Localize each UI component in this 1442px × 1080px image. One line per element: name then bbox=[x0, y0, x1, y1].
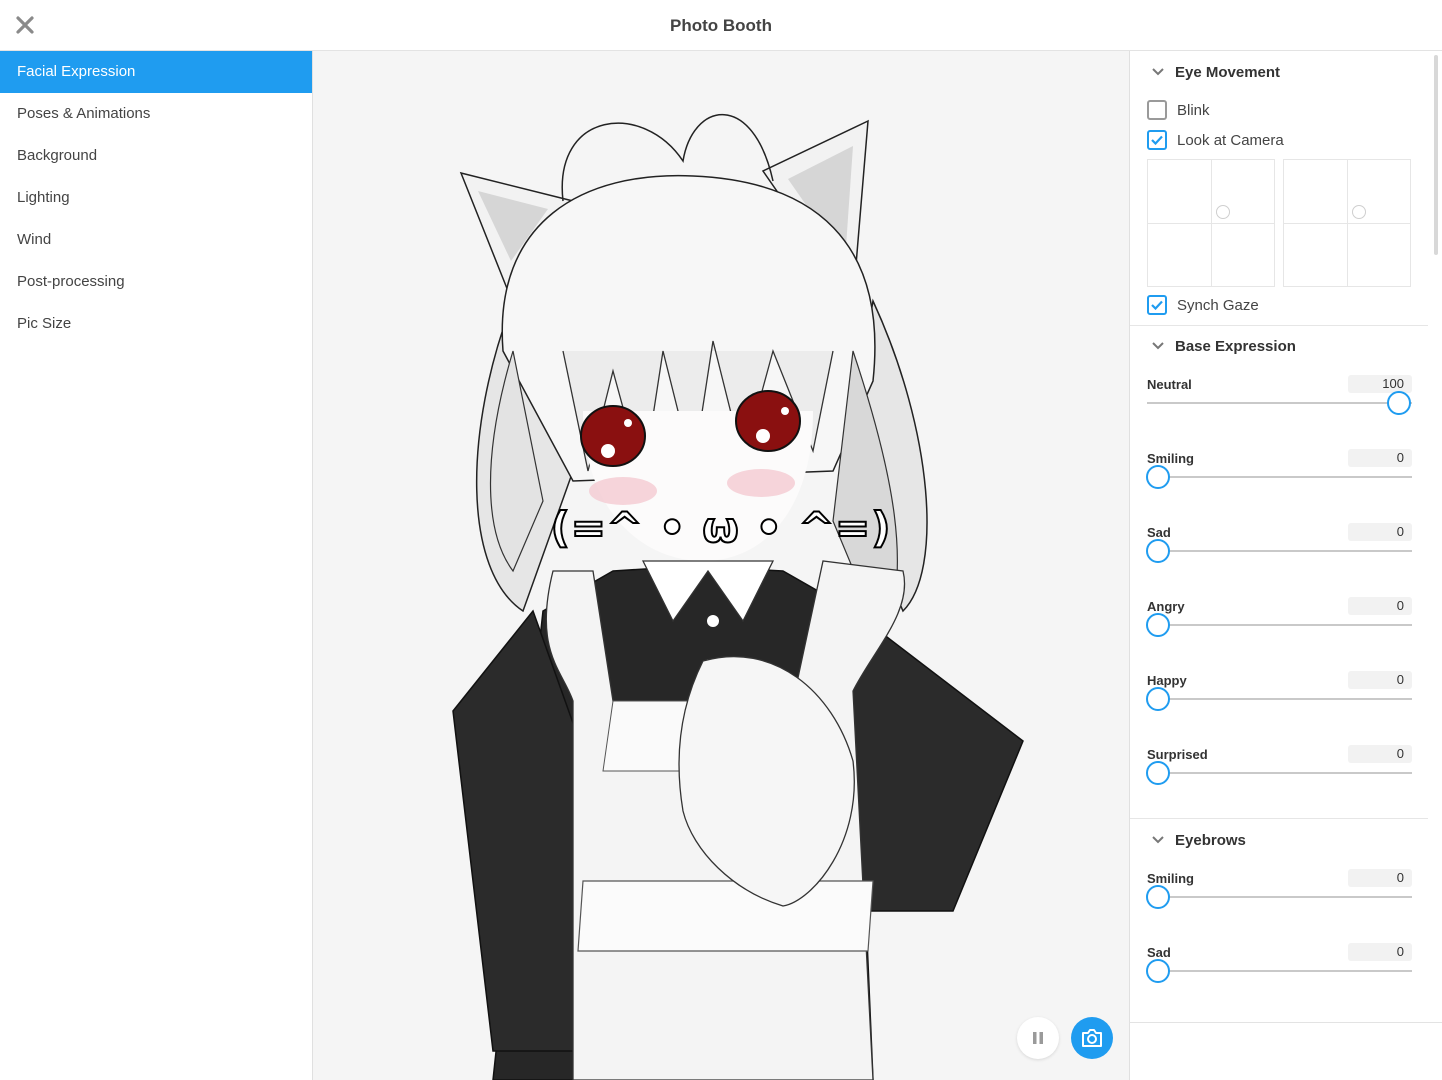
section-title: Eyebrows bbox=[1175, 831, 1246, 849]
section-eye-movement-header[interactable]: Eye Movement bbox=[1151, 60, 1280, 84]
capture-button[interactable] bbox=[1071, 1017, 1113, 1059]
slider-thumb[interactable] bbox=[1146, 959, 1170, 983]
slider-track[interactable] bbox=[1147, 550, 1412, 552]
slider-label: Sad bbox=[1147, 945, 1171, 960]
sidebar-item-facial-expression[interactable]: Facial Expression bbox=[0, 51, 312, 93]
sidebar-item-post-processing[interactable]: Post-processing bbox=[0, 261, 312, 303]
slider-track[interactable] bbox=[1147, 402, 1412, 404]
right-eye-gaze-handle[interactable] bbox=[1352, 205, 1366, 219]
model-viewport[interactable]: (=^ • ω • ^=) bbox=[313, 51, 1129, 1080]
right-eye-gaze-pad[interactable] bbox=[1283, 159, 1411, 287]
slider-thumb[interactable] bbox=[1146, 761, 1170, 785]
slider-label: Neutral bbox=[1147, 377, 1192, 392]
section-title: Eye Movement bbox=[1175, 63, 1281, 81]
pause-icon bbox=[1033, 1032, 1043, 1044]
slider-thumb[interactable] bbox=[1146, 613, 1170, 637]
chevron-down-icon bbox=[1152, 68, 1164, 76]
synch-gaze-checkbox[interactable] bbox=[1147, 295, 1167, 315]
pause-button[interactable] bbox=[1017, 1017, 1059, 1059]
slider-track[interactable] bbox=[1147, 896, 1412, 898]
slider-smiling[interactable]: Smiling 0 bbox=[1146, 449, 1412, 511]
panel-scrollbar[interactable] bbox=[1434, 55, 1438, 255]
sidebar-item-poses-animations[interactable]: Poses & Animations bbox=[0, 93, 312, 135]
slider-thumb[interactable] bbox=[1146, 539, 1170, 563]
section-base-expression-header[interactable]: Base Expression bbox=[1151, 334, 1296, 358]
blink-label: Blink bbox=[1177, 101, 1210, 119]
slider-label: Happy bbox=[1147, 673, 1187, 688]
slider-track[interactable] bbox=[1147, 970, 1412, 972]
look-at-camera-checkbox[interactable] bbox=[1147, 130, 1167, 150]
slider-value[interactable]: 0 bbox=[1348, 745, 1412, 763]
left-eye-gaze-handle[interactable] bbox=[1216, 205, 1230, 219]
left-eye-gaze-pad[interactable] bbox=[1147, 159, 1275, 287]
header-bar: Photo Booth bbox=[0, 0, 1442, 51]
look-at-camera-checkbox-row[interactable]: Look at Camera bbox=[1147, 129, 1284, 151]
checkmark-icon bbox=[1151, 135, 1163, 145]
blink-checkbox-row[interactable]: Blink bbox=[1147, 99, 1210, 121]
slider-eyebrows-sad[interactable]: Sad 0 bbox=[1146, 943, 1412, 1005]
slider-track[interactable] bbox=[1147, 698, 1412, 700]
slider-thumb[interactable] bbox=[1146, 885, 1170, 909]
sidebar: Facial Expression Poses & Animations Bac… bbox=[0, 51, 313, 1080]
slider-track[interactable] bbox=[1147, 624, 1412, 626]
sidebar-item-wind[interactable]: Wind bbox=[0, 219, 312, 261]
slider-value[interactable]: 0 bbox=[1348, 597, 1412, 615]
slider-value[interactable]: 0 bbox=[1348, 869, 1412, 887]
slider-sad[interactable]: Sad 0 bbox=[1146, 523, 1412, 585]
slider-value[interactable]: 0 bbox=[1348, 449, 1412, 467]
slider-label: Smiling bbox=[1147, 451, 1194, 466]
slider-value[interactable]: 0 bbox=[1348, 943, 1412, 961]
slider-label: Sad bbox=[1147, 525, 1171, 540]
slider-track[interactable] bbox=[1147, 772, 1412, 774]
slider-thumb[interactable] bbox=[1387, 391, 1411, 415]
section-title: Base Expression bbox=[1175, 337, 1296, 355]
slider-label: Smiling bbox=[1147, 871, 1194, 886]
slider-value[interactable]: 0 bbox=[1348, 671, 1412, 689]
slider-label: Surprised bbox=[1147, 747, 1208, 762]
slider-surprised[interactable]: Surprised 0 bbox=[1146, 745, 1412, 807]
checkmark-icon bbox=[1151, 300, 1163, 310]
character-model bbox=[452, 113, 1024, 1080]
slider-eyebrows-smiling[interactable]: Smiling 0 bbox=[1146, 869, 1412, 931]
synch-gaze-checkbox-row[interactable]: Synch Gaze bbox=[1147, 294, 1259, 316]
slider-value[interactable]: 0 bbox=[1348, 523, 1412, 541]
panel-footer bbox=[1129, 1022, 1442, 1080]
slider-value[interactable]: 100 bbox=[1348, 375, 1412, 393]
slider-thumb[interactable] bbox=[1146, 687, 1170, 711]
slider-happy[interactable]: Happy 0 bbox=[1146, 671, 1412, 733]
settings-panel[interactable]: Eye Movement Blink Look at Camera Synch … bbox=[1129, 51, 1442, 1022]
sidebar-item-pic-size[interactable]: Pic Size bbox=[0, 303, 312, 345]
chevron-down-icon bbox=[1152, 836, 1164, 844]
page-title: Photo Booth bbox=[670, 16, 772, 35]
slider-angry[interactable]: Angry 0 bbox=[1146, 597, 1412, 659]
slider-track[interactable] bbox=[1147, 476, 1412, 478]
chevron-down-icon bbox=[1152, 342, 1164, 350]
photo-booth-app: Photo Booth Facial Expression Poses & An… bbox=[0, 0, 1442, 1080]
kaomoji-overlay: (=^ • ω • ^=) bbox=[550, 502, 892, 553]
blink-checkbox[interactable] bbox=[1147, 100, 1167, 120]
synch-gaze-label: Synch Gaze bbox=[1177, 296, 1259, 314]
slider-neutral[interactable]: Neutral 100 bbox=[1147, 375, 1412, 437]
section-eyebrows-header[interactable]: Eyebrows bbox=[1151, 828, 1246, 852]
sidebar-item-lighting[interactable]: Lighting bbox=[0, 177, 312, 219]
slider-thumb[interactable] bbox=[1146, 465, 1170, 489]
camera-icon bbox=[1082, 1029, 1102, 1047]
look-at-camera-label: Look at Camera bbox=[1177, 131, 1284, 149]
sidebar-item-background[interactable]: Background bbox=[0, 135, 312, 177]
slider-label: Angry bbox=[1147, 599, 1185, 614]
